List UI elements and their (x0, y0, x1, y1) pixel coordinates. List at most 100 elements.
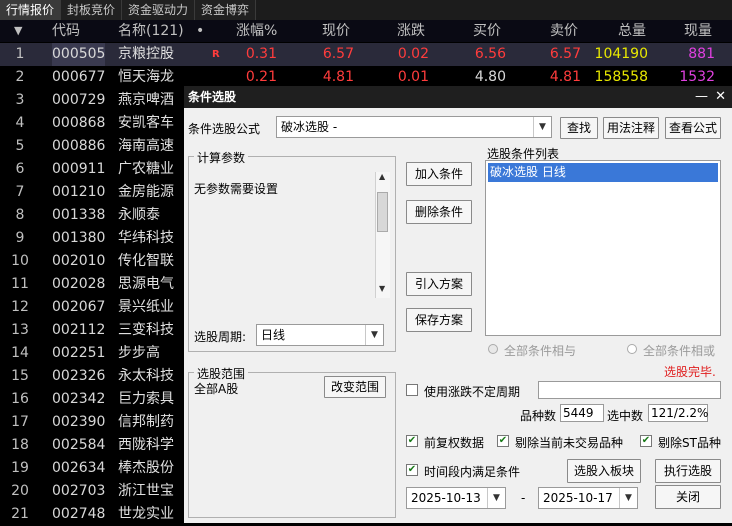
add-condition-button[interactable]: 加入条件 (406, 162, 472, 186)
row-name: 海南高速 (118, 138, 174, 154)
save-plan-button[interactable]: 保存方案 (406, 308, 472, 332)
row-name: 燕京啤酒 (118, 92, 174, 108)
exclude-st-checkbox[interactable]: ✔ (640, 435, 652, 447)
tab-bar: 行情报价 封板竞价 资金驱动力 资金博弈 (0, 0, 732, 20)
dialog-titlebar[interactable]: 条件选股 — ✕ (184, 86, 732, 108)
chevron-down-icon[interactable]: ▼ (365, 325, 383, 345)
header-change[interactable]: 涨跌 (397, 20, 425, 42)
row-name: 思源电气 (118, 276, 174, 292)
dialog-title: 条件选股 (188, 90, 237, 104)
scroll-down-icon[interactable]: ▼ (379, 284, 385, 293)
radio-or[interactable] (627, 344, 637, 354)
count-label: 品种数 (520, 409, 557, 423)
table-row[interactable]: 1 000505 京粮控股 R 0.31 6.57 0.02 6.56 6.57… (0, 43, 732, 66)
radio-and[interactable] (488, 344, 498, 354)
change-scope-button[interactable]: 改变范围 (324, 376, 386, 398)
no-params-text: 无参数需要设置 (194, 182, 279, 196)
period-select[interactable]: 日线 ▼ (256, 324, 384, 346)
row-volume: 104190 (594, 46, 648, 62)
row-index: 10 (11, 253, 29, 269)
forward-adj-label: 前复权数据 (424, 436, 485, 450)
variable-period-input[interactable] (538, 381, 721, 399)
tab-fund-game[interactable]: 资金博弈 (195, 0, 257, 20)
scroll-up-icon[interactable]: ▲ (379, 172, 385, 181)
tab-quotes[interactable]: 行情报价 (0, 0, 62, 20)
sort-arrow-icon[interactable]: ▼ (14, 20, 22, 42)
row-code: 002634 (52, 460, 106, 476)
minimize-icon[interactable]: — (695, 86, 708, 108)
count-value: 5449 (563, 406, 594, 420)
selected-value: 121/2.2% (651, 406, 709, 420)
row-code: 000677 (52, 69, 106, 85)
row-index: 7 (15, 184, 25, 200)
row-index: 12 (11, 299, 29, 315)
view-formula-button[interactable]: 查看公式 (665, 117, 721, 139)
import-plan-button[interactable]: 引入方案 (406, 272, 472, 296)
usage-notes-button[interactable]: 用法注释 (603, 117, 659, 139)
exclude-st-label: 剔除ST品种 (658, 436, 721, 450)
header-name[interactable]: 名称(121) (118, 20, 184, 42)
formula-label: 条件选股公式 (188, 122, 261, 136)
row-index: 15 (11, 368, 29, 384)
chevron-down-icon[interactable]: ▼ (487, 488, 505, 508)
row-change-pct: 0.31 (245, 46, 277, 62)
row-code: 002010 (52, 253, 106, 269)
close-icon[interactable]: ✕ (715, 86, 726, 108)
time-range-label: 时间段内满足条件 (424, 465, 521, 479)
chevron-down-icon[interactable]: ▼ (619, 488, 637, 508)
row-code: 000911 (52, 161, 106, 177)
forward-adj-checkbox[interactable]: ✔ (406, 435, 418, 447)
row-code: 000505 (52, 43, 106, 66)
row-code: 002390 (52, 414, 106, 430)
row-index: 11 (11, 276, 29, 292)
variable-period-checkbox[interactable] (406, 384, 418, 396)
list-item[interactable]: 破冰选股 日线 (488, 163, 718, 182)
params-scrollbar[interactable]: ▲ ▼ (375, 172, 390, 298)
period-value: 日线 (261, 328, 286, 342)
row-code: 002326 (52, 368, 106, 384)
row-index: 18 (11, 437, 29, 453)
header-ask[interactable]: 卖价 (550, 20, 578, 42)
tab-limit-bidding[interactable]: 封板竞价 (61, 0, 123, 20)
header-volume[interactable]: 总量 (618, 20, 646, 42)
row-code: 002028 (52, 276, 106, 292)
row-name: 金房能源 (118, 184, 174, 200)
chevron-down-icon[interactable]: ▼ (533, 117, 551, 137)
row-price: 6.57 (322, 46, 354, 62)
row-cur-vol: 881 (688, 46, 715, 62)
header-code[interactable]: 代码 (52, 20, 80, 42)
header-bid[interactable]: 买价 (473, 20, 501, 42)
status-text: 选股完毕. (664, 365, 716, 379)
row-index: 5 (15, 138, 25, 154)
row-name: 永太科技 (118, 368, 174, 384)
row-name: 景兴纸业 (118, 299, 174, 315)
condition-list[interactable]: 破冰选股 日线 (485, 160, 721, 336)
row-code: 000868 (52, 115, 106, 131)
delete-condition-button[interactable]: 删除条件 (406, 200, 472, 224)
header-change-pct[interactable]: 涨幅% (236, 20, 277, 42)
header-dot: • (196, 23, 205, 39)
row-code: 002112 (52, 322, 106, 338)
row-code: 002342 (52, 391, 106, 407)
add-to-block-button[interactable]: 选股入板块 (567, 459, 641, 483)
row-index: 1 (15, 46, 25, 62)
row-change: 0.02 (397, 46, 429, 62)
row-index: 9 (15, 230, 25, 246)
formula-value: 破冰选股 - (281, 120, 338, 134)
tab-fund-drive[interactable]: 资金驱动力 (122, 0, 196, 20)
formula-select[interactable]: 破冰选股 - ▼ (276, 116, 552, 138)
time-range-checkbox[interactable]: ✔ (406, 464, 418, 476)
execute-select-button[interactable]: 执行选股 (655, 459, 721, 483)
close-button[interactable]: 关闭 (655, 485, 721, 509)
scope-value: 全部A股 (194, 382, 239, 396)
find-button[interactable]: 查找 (560, 117, 598, 139)
row-name: 三变科技 (118, 322, 174, 338)
exclude-no-trade-checkbox[interactable]: ✔ (497, 435, 509, 447)
row-name: 巨力索具 (118, 391, 174, 407)
header-cur-vol[interactable]: 现量 (684, 20, 712, 42)
scroll-thumb[interactable] (377, 192, 388, 232)
row-code: 002251 (52, 345, 106, 361)
header-price[interactable]: 现价 (322, 20, 350, 42)
date-to-select[interactable]: 2025-10-17 ▼ (538, 487, 638, 509)
date-from-select[interactable]: 2025-10-13 ▼ (406, 487, 506, 509)
